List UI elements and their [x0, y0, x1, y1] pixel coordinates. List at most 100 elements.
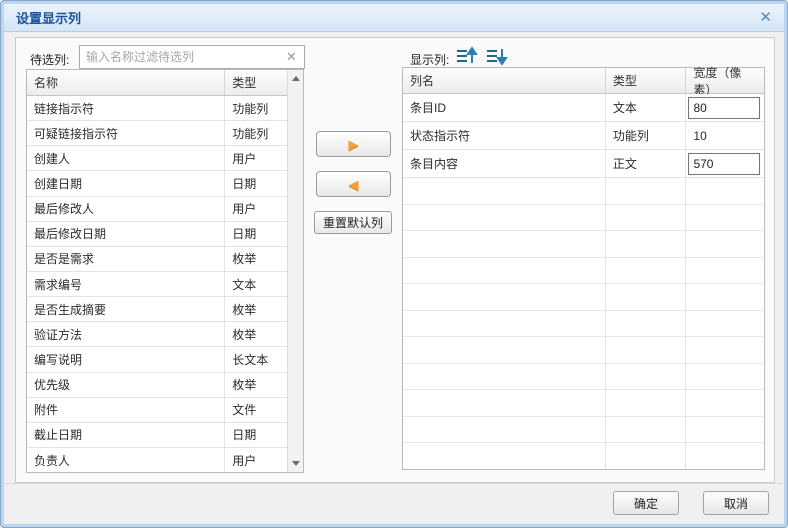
empty-cell: [403, 337, 606, 363]
close-icon[interactable]: ✕: [759, 10, 772, 25]
arrow-left-icon: ◀: [349, 178, 359, 191]
table-row[interactable]: 可疑链接指示符功能列: [27, 121, 287, 146]
clear-filter-icon[interactable]: ✕: [286, 50, 297, 63]
empty-cell: [606, 178, 687, 204]
cell-type: 枚举: [225, 373, 287, 397]
empty-row: [403, 417, 764, 444]
empty-cell: [403, 258, 606, 284]
table-row[interactable]: 需求编号文本: [27, 272, 287, 297]
cell-name: 优先级: [27, 373, 225, 397]
empty-cell: [403, 231, 606, 257]
cell-name: 可疑链接指示符: [27, 121, 225, 145]
pending-columns-label: 待选列:: [30, 51, 69, 68]
empty-cell: [606, 417, 687, 443]
empty-row: [403, 390, 764, 417]
cell-type: 正文: [606, 150, 687, 177]
table-row[interactable]: 条目ID文本: [403, 94, 764, 122]
empty-cell: [606, 284, 687, 310]
move-right-button[interactable]: ▶: [316, 131, 391, 157]
table-row[interactable]: 负责人用户: [27, 448, 287, 472]
ok-button[interactable]: 确定: [613, 491, 679, 515]
table-row[interactable]: 状态指示符功能列10: [403, 122, 764, 150]
table-row[interactable]: 是否生成摘要枚举: [27, 297, 287, 322]
empty-cell: [606, 258, 687, 284]
empty-cell: [686, 205, 764, 231]
empty-row: [403, 337, 764, 364]
empty-rows: [403, 178, 764, 469]
width-input[interactable]: [688, 153, 760, 175]
left-table-header: 名称 类型: [27, 70, 287, 96]
left-table-rows: 链接指示符功能列可疑链接指示符功能列创建人用户创建日期日期最后修改人用户最后修改…: [27, 96, 287, 472]
cell-type: 功能列: [606, 122, 687, 149]
table-row[interactable]: 是否是需求枚举: [27, 247, 287, 272]
cell-type: 枚举: [225, 247, 287, 271]
cell-type: 长文本: [225, 347, 287, 371]
cell-name: 创建日期: [27, 171, 225, 195]
left-header-name: 名称: [27, 70, 225, 95]
table-row[interactable]: 条目内容正文: [403, 150, 764, 178]
table-row[interactable]: 创建日期日期: [27, 171, 287, 196]
empty-cell: [686, 364, 764, 390]
cell-type: 用户: [225, 146, 287, 170]
cell-type: 文本: [606, 94, 687, 121]
cell-width: [686, 94, 764, 121]
cell-type: 功能列: [225, 96, 287, 120]
cell-width: 10: [686, 122, 764, 149]
cell-type: 功能列: [225, 121, 287, 145]
cell-type: 日期: [225, 222, 287, 246]
scroll-down-icon[interactable]: [288, 455, 304, 472]
cell-type: 日期: [225, 171, 287, 195]
empty-cell: [403, 417, 606, 443]
cell-name: 创建人: [27, 146, 225, 170]
empty-cell: [606, 311, 687, 337]
dialog-body-panel: 待选列: ✕ 名称 类型 链接指示符功能列可疑链接指示符功能列创建人用户创建日期…: [15, 37, 775, 483]
table-row[interactable]: 最后修改人用户: [27, 197, 287, 222]
table-row[interactable]: 编写说明长文本: [27, 347, 287, 372]
table-row[interactable]: 附件文件: [27, 398, 287, 423]
dialog-title: 设置显示列: [16, 8, 81, 27]
empty-cell: [403, 364, 606, 390]
right-header-type: 类型: [606, 68, 687, 93]
empty-cell: [686, 178, 764, 204]
cell-name: 最后修改日期: [27, 222, 225, 246]
table-row[interactable]: 创建人用户: [27, 146, 287, 171]
display-columns-label: 显示列:: [410, 51, 449, 68]
pending-columns-table: 名称 类型 链接指示符功能列可疑链接指示符功能列创建人用户创建日期日期最后修改人…: [26, 69, 304, 473]
empty-cell: [403, 390, 606, 416]
scroll-up-icon[interactable]: [288, 70, 304, 87]
left-table-scrollbar[interactable]: [287, 70, 303, 472]
right-table-header: 列名 类型 宽度（像素）: [403, 68, 764, 94]
cell-name: 是否生成摘要: [27, 297, 225, 321]
cell-name: 状态指示符: [403, 122, 606, 149]
cell-name: 验证方法: [27, 322, 225, 346]
move-down-icon[interactable]: [486, 46, 508, 66]
dialog-titlebar: 设置显示列 ✕: [4, 4, 784, 32]
empty-cell: [606, 205, 687, 231]
table-row[interactable]: 最后修改日期日期: [27, 222, 287, 247]
reset-default-columns-button[interactable]: 重置默认列: [314, 211, 392, 234]
table-row[interactable]: 截止日期日期: [27, 423, 287, 448]
width-input[interactable]: [688, 97, 760, 119]
empty-row: [403, 178, 764, 205]
empty-cell: [403, 443, 606, 469]
move-left-button[interactable]: ◀: [316, 171, 391, 197]
empty-cell: [606, 231, 687, 257]
empty-row: [403, 284, 764, 311]
empty-cell: [686, 443, 764, 469]
cell-name: 编写说明: [27, 347, 225, 371]
cell-type: 日期: [225, 423, 287, 447]
right-header-name: 列名: [403, 68, 606, 93]
cell-type: 枚举: [225, 297, 287, 321]
cell-type: 文件: [225, 398, 287, 422]
move-up-icon[interactable]: [456, 46, 478, 66]
empty-cell: [606, 443, 687, 469]
table-row[interactable]: 链接指示符功能列: [27, 96, 287, 121]
cell-name: 链接指示符: [27, 96, 225, 120]
right-table-rows: 条目ID文本状态指示符功能列10条目内容正文: [403, 94, 764, 469]
cell-name: 条目ID: [403, 94, 606, 121]
table-row[interactable]: 验证方法枚举: [27, 322, 287, 347]
filter-input[interactable]: [79, 45, 305, 69]
table-row[interactable]: 优先级枚举: [27, 373, 287, 398]
cancel-button[interactable]: 取消: [703, 491, 769, 515]
empty-row: [403, 205, 764, 232]
